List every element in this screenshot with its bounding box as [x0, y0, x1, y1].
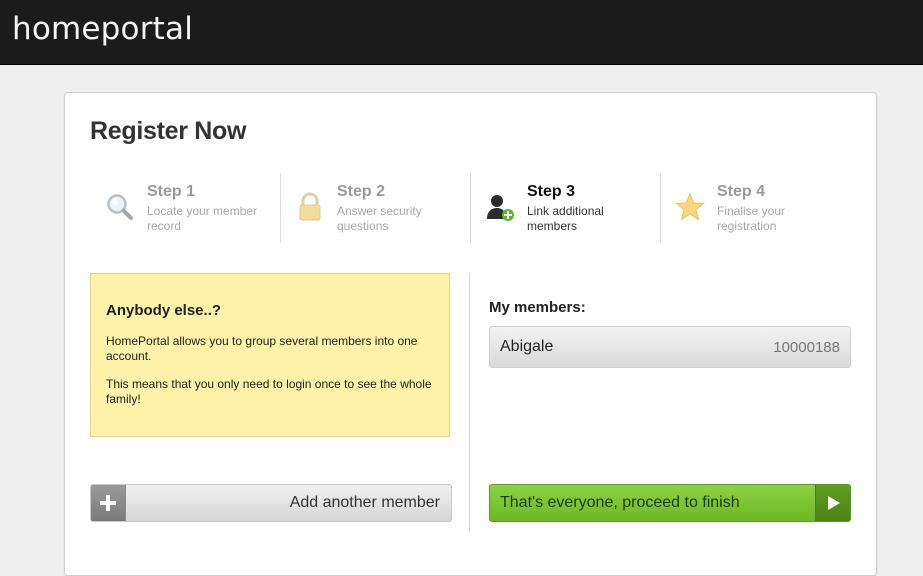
star-icon — [674, 191, 706, 223]
step-4-title: Step 4 — [717, 183, 766, 200]
step-3-description: Link additional members — [527, 204, 604, 233]
step-3: Step 3 Link additional members — [470, 171, 660, 243]
page-title: Register Now — [90, 117, 247, 145]
add-button-icon-box — [91, 485, 126, 521]
info-callout: Anybody else..? HomePortal allows you to… — [90, 273, 450, 437]
step-4: Step 4 Finalise your registration — [660, 171, 850, 243]
members-heading: My members: — [489, 299, 586, 316]
lock-icon — [294, 191, 326, 223]
step-1: Step 1 Locate your member record — [90, 171, 280, 243]
add-member-label: Add another member — [289, 494, 440, 511]
registration-card: Register Now Step 1 Locate your member r… — [64, 92, 877, 576]
proceed-finish-label: That's everyone, proceed to finish — [500, 494, 740, 511]
info-paragraph: HomePortal allows you to group several m… — [106, 334, 418, 363]
top-bar: homeportal — [0, 0, 923, 65]
step-2-description: Answer security questions — [337, 204, 422, 233]
column-divider — [469, 273, 470, 531]
step-1-description: Locate your member record — [147, 204, 258, 233]
steps-progress: Step 1 Locate your member record Step 2 … — [90, 171, 851, 243]
proceed-finish-button[interactable]: That's everyone, proceed to finish — [489, 484, 851, 522]
step-2: Step 2 Answer security questions — [280, 171, 470, 243]
member-row[interactable]: Abigale 10000188 — [489, 326, 851, 368]
info-paragraph: This means that you only need to login o… — [106, 377, 432, 406]
step-1-title: Step 1 — [147, 183, 196, 200]
info-heading: Anybody else..? — [106, 302, 222, 319]
add-member-button[interactable]: Add another member — [90, 484, 452, 522]
member-id: 10000188 — [773, 339, 840, 356]
plus-icon — [99, 494, 117, 512]
add-user-icon — [484, 191, 516, 223]
step-3-title: Step 3 — [527, 183, 576, 200]
step-4-description: Finalise your registration — [717, 204, 786, 233]
brand-logo[interactable]: homeportal — [12, 11, 193, 47]
search-icon — [104, 191, 136, 223]
finish-arrow-box — [815, 485, 850, 521]
member-name: Abigale — [500, 338, 554, 355]
play-arrow-icon — [827, 495, 841, 511]
step-2-title: Step 2 — [337, 183, 386, 200]
